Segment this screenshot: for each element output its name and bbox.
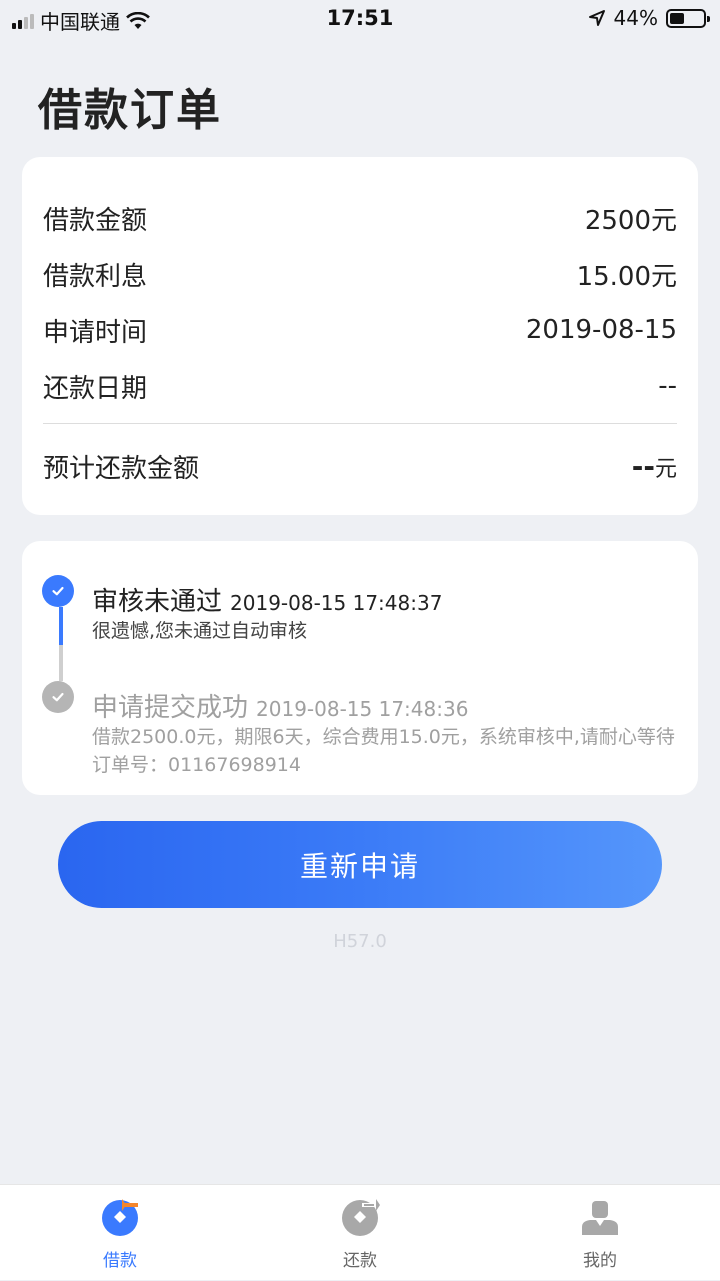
summary-row: 申请时间 2019-08-15 [43, 310, 677, 350]
summary-label: 申请时间 [43, 317, 148, 348]
total-repay-label: 预计还款金额 [43, 453, 200, 484]
check-icon [42, 575, 74, 607]
timeline-step-title: 审核未通过 2019-08-15 17:48:37 [92, 581, 442, 618]
summary-divider [43, 423, 677, 424]
timeline-step-title: 申请提交成功 2019-08-15 17:48:36 [92, 687, 468, 724]
summary-row: 借款利息 15.00元 [43, 254, 677, 294]
timeline-connector-active [59, 607, 63, 647]
profile-icon [582, 1201, 618, 1235]
location-arrow-icon [588, 10, 605, 26]
total-repay-unit: 元 [654, 456, 677, 482]
tab-label: 还款 [343, 1251, 377, 1271]
timeline-step-title-text: 申请提交成功 [92, 693, 249, 723]
tab-repay[interactable]: 还款 [240, 1185, 480, 1281]
summary-value: 15.00元 [576, 261, 677, 292]
total-repay-value-group: --元 [632, 450, 677, 483]
total-repay-value: -- [631, 449, 655, 483]
repay-icon [342, 1199, 380, 1236]
battery-icon [666, 8, 710, 28]
timeline-connector [59, 645, 63, 681]
summary-row: 借款金额 2500元 [43, 198, 677, 238]
tab-profile[interactable]: 我的 [480, 1185, 720, 1281]
battery-percent: 44% [613, 6, 658, 30]
tab-label: 借款 [103, 1251, 137, 1271]
summary-label: 借款利息 [43, 261, 148, 292]
summary-value: 2500元 [584, 205, 677, 236]
total-repay-row: 预计还款金额 --元 [43, 446, 677, 486]
summary-value: -- [658, 371, 677, 401]
order-summary-card: 借款金额 2500元 借款利息 15.00元 申请时间 2019-08-15 还… [22, 157, 698, 515]
page-title: 借款订单 [38, 85, 222, 136]
timeline-step-time: 2019-08-15 17:48:36 [256, 697, 469, 721]
status-bar: 中国联通 17:51 44% [0, 0, 720, 38]
battery-fill [670, 12, 684, 24]
status-right: 44% [588, 6, 710, 30]
summary-row: 还款日期 -- [43, 366, 677, 406]
check-icon [42, 681, 74, 713]
tab-label: 我的 [583, 1251, 617, 1271]
loan-icon [102, 1199, 138, 1236]
timeline-step-title-text: 审核未通过 [92, 587, 223, 617]
summary-label: 借款金额 [43, 205, 148, 236]
version-label: H57.0 [333, 931, 387, 952]
timeline-step-desc: 借款2500.0元，期限6天，综合费用15.0元，系统审核中,请耐心等待 订单号… [92, 726, 675, 776]
tab-loan[interactable]: 借款 [0, 1185, 240, 1281]
timeline-step-time: 2019-08-15 17:48:37 [230, 591, 443, 615]
status-timeline-card: 审核未通过 2019-08-15 17:48:37 很遗憾,您未通过自动审核 申请… [22, 541, 698, 795]
timeline-step-desc: 很遗憾,您未通过自动审核 [92, 620, 308, 642]
summary-label: 还款日期 [43, 373, 148, 404]
reapply-button[interactable]: 重新申请 [58, 821, 662, 908]
tab-bar: 借款 还款 我的 [0, 1184, 720, 1280]
summary-value: 2019-08-15 [525, 315, 677, 345]
